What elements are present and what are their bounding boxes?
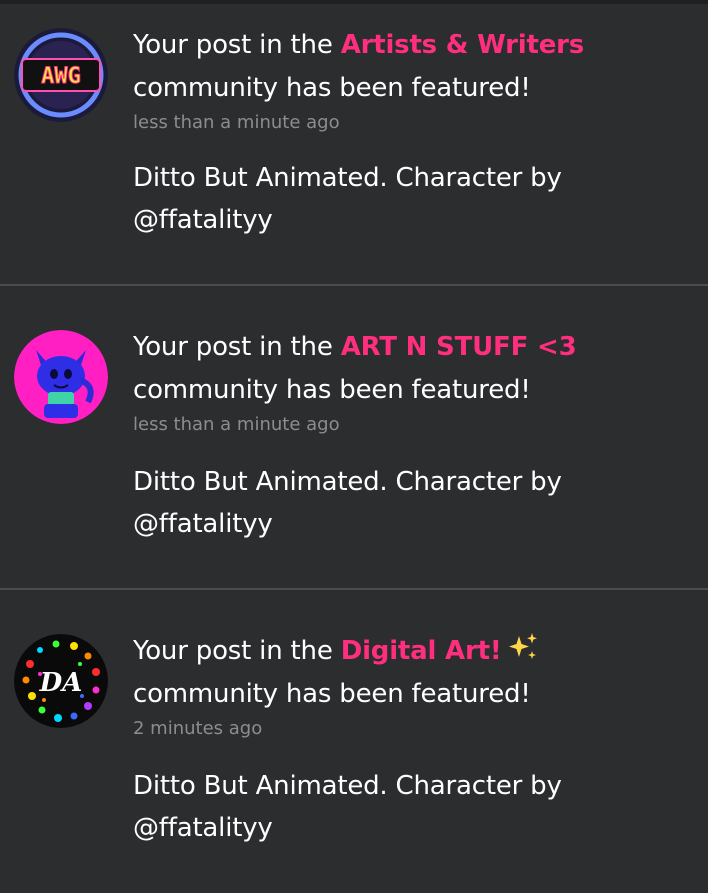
headline-prefix: Your post in the [133, 332, 341, 362]
headline-suffix: community has been featured! [133, 679, 531, 709]
digital-art-logo-icon: DA [14, 634, 108, 728]
character-avatar-icon [14, 330, 108, 424]
notification-item[interactable]: Your post in the ART N STUFF <3 communit… [0, 286, 708, 570]
caption-mention: @ffatalityy [133, 205, 273, 235]
community-avatar[interactable]: DA [14, 634, 108, 728]
notification-item[interactable]: AWG Your post in the Artists & Writers c… [0, 4, 708, 288]
caption-mention: @ffatalityy [133, 509, 273, 539]
community-link[interactable]: ART N STUFF <3 [341, 332, 577, 362]
headline-suffix: community has been featured! [133, 375, 531, 405]
timestamp: less than a minute ago [133, 112, 340, 133]
community-avatar[interactable] [14, 330, 108, 424]
timestamp: 2 minutes ago [133, 718, 263, 739]
awg-logo-icon: AWG [14, 28, 108, 122]
community-link[interactable]: Artists & Writers [341, 30, 585, 60]
post-caption[interactable]: Ditto But Animated. Character by @ffatal… [133, 765, 693, 849]
notification-feed: AWG Your post in the Artists & Writers c… [0, 0, 708, 893]
headline-prefix: Your post in the [133, 636, 341, 666]
caption-line: Ditto But Animated. Character by [133, 467, 562, 497]
timestamp: less than a minute ago [133, 414, 340, 435]
community-link[interactable]: Digital Art! [341, 636, 502, 666]
headline-suffix: community has been featured! [133, 73, 531, 103]
notification-headline: Your post in the ART N STUFF <3 communit… [133, 326, 693, 412]
svg-text:AWG: AWG [41, 64, 81, 89]
sparkles-icon [507, 632, 539, 662]
headline-prefix: Your post in the [133, 30, 341, 60]
post-caption[interactable]: Ditto But Animated. Character by @ffatal… [133, 157, 693, 241]
notification-headline: Your post in the Digital Art! community … [133, 630, 693, 716]
svg-text:DA: DA [39, 668, 83, 698]
caption-mention: @ffatalityy [133, 813, 273, 843]
community-avatar[interactable]: AWG [14, 28, 108, 122]
notification-headline: Your post in the Artists & Writers commu… [133, 24, 693, 110]
caption-line: Ditto But Animated. Character by [133, 163, 562, 193]
caption-line: Ditto But Animated. Character by [133, 771, 562, 801]
notification-item[interactable]: DA Your post in the Digital Art! communi… [0, 590, 708, 874]
post-caption[interactable]: Ditto But Animated. Character by @ffatal… [133, 461, 693, 545]
